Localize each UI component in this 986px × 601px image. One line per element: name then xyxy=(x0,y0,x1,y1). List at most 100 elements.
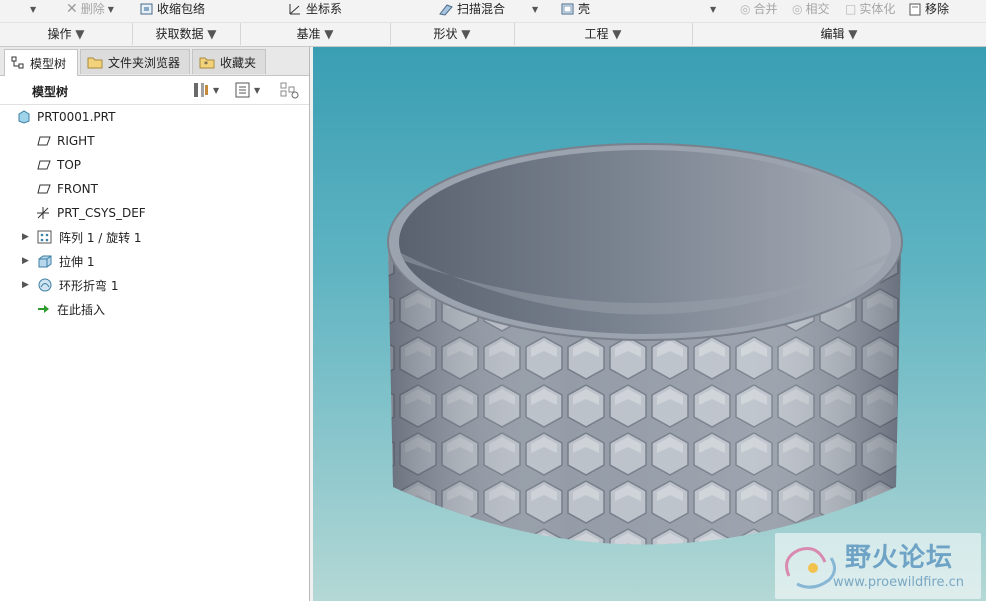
tree-node-label: 环形折弯 1 xyxy=(59,278,119,293)
expand-arrow-icon[interactable]: ▶ xyxy=(22,232,31,242)
chevron-down-icon: ▼ xyxy=(324,27,334,41)
csys-button[interactable]: 坐标系 xyxy=(287,0,342,18)
ribbon-group-row: 操作 ▼ 获取数据 ▼ 基准 ▼ 形状 ▼ 工程 ▼ 编辑 ▼ xyxy=(0,22,986,45)
group-operations[interactable]: 操作 ▼ xyxy=(0,23,133,45)
tab-label: 文件夹浏览器 xyxy=(108,55,181,70)
shrinkwrap-icon xyxy=(140,3,153,14)
group-datum[interactable]: 基准 ▼ xyxy=(240,23,391,45)
shape-more-dropdown[interactable]: ▼ xyxy=(532,0,538,18)
shell-button[interactable]: 壳 xyxy=(561,0,590,18)
delete-button[interactable]: ✕ 删除 ▼ xyxy=(66,0,114,18)
tab-label: 模型树 xyxy=(30,56,67,71)
shrinkwrap-button[interactable]: 收缩包络 xyxy=(140,0,205,18)
operations-dropdown[interactable]: ▼ xyxy=(30,0,36,18)
chevron-down-icon: ▼ xyxy=(107,4,114,14)
navigator-tabs: 模型树 文件夹浏览器 * 收藏夹 xyxy=(0,47,309,76)
group-engineering[interactable]: 工程 ▼ xyxy=(514,23,693,45)
tree-node-insert-here[interactable]: 在此插入 xyxy=(37,299,105,319)
ribbon-command-row: ▼ ✕ 删除 ▼ 收缩包络 坐标系 扫描混合 ▼ 壳 ▼ ◎ 合并 ◎ 相交 □… xyxy=(0,0,986,20)
shell-label: 壳 xyxy=(578,1,591,16)
intersect-button[interactable]: ◎ 相交 xyxy=(792,0,830,18)
intersect-icon: ◎ xyxy=(792,1,803,16)
close-icon: ✕ xyxy=(66,0,78,17)
tab-favorites[interactable]: * 收藏夹 xyxy=(192,49,266,74)
tree-node-label: TOP xyxy=(57,158,82,172)
remove-button[interactable]: 移除 xyxy=(909,0,949,18)
tree-node-top[interactable]: TOP xyxy=(37,155,81,175)
group-label: 工程 xyxy=(584,27,609,41)
tree-filter-button[interactable] xyxy=(280,82,300,102)
delete-label: 删除 xyxy=(80,1,105,16)
tab-label: 收藏夹 xyxy=(220,55,257,70)
model-tree-header: 模型树 ▼ ▼ xyxy=(0,76,309,105)
pattern-icon xyxy=(37,230,52,244)
group-shapes[interactable]: 形状 ▼ xyxy=(390,23,515,45)
tree-node-label: FRONT xyxy=(57,182,98,196)
solidify-button[interactable]: □ 实体化 xyxy=(845,0,895,18)
coordinate-system-icon xyxy=(289,4,300,15)
datum-plane-icon xyxy=(37,184,51,194)
tree-node-right[interactable]: RIGHT xyxy=(37,131,95,151)
group-label: 基准 xyxy=(296,27,321,41)
tree-node-label: PRT0001.PRT xyxy=(37,110,116,124)
chevron-down-icon: ▼ xyxy=(532,4,539,14)
sweep-blend-label: 扫描混合 xyxy=(457,1,506,16)
group-get-data[interactable]: 获取数据 ▼ xyxy=(132,23,241,45)
remove-icon xyxy=(909,3,921,15)
chevron-down-icon: ▼ xyxy=(461,27,471,41)
group-label: 操作 xyxy=(47,27,72,41)
remove-label: 移除 xyxy=(925,1,950,16)
shrinkwrap-label: 收缩包络 xyxy=(157,1,206,16)
merge-icon: ◎ xyxy=(740,1,751,16)
tree-node-toroidal-bend[interactable]: ▶ 环形折弯 1 xyxy=(22,275,118,295)
toroidal-bend-icon xyxy=(38,278,52,292)
folder-icon xyxy=(87,57,103,69)
coordinate-system-icon xyxy=(37,207,49,219)
insert-arrow-icon xyxy=(38,305,49,313)
tree-node-csys[interactable]: PRT_CSYS_DEF xyxy=(35,203,146,223)
group-label: 形状 xyxy=(433,27,458,41)
tab-model-tree[interactable]: 模型树 xyxy=(4,49,78,76)
intersect-label: 相交 xyxy=(805,1,830,16)
tree-settings-button[interactable]: ▼ xyxy=(192,82,219,98)
merge-button[interactable]: ◎ 合并 xyxy=(740,0,778,18)
ribbon: ▼ ✕ 删除 ▼ 收缩包络 坐标系 扫描混合 ▼ 壳 ▼ ◎ 合并 ◎ 相交 □… xyxy=(0,0,986,47)
sweep-blend-icon xyxy=(439,4,453,16)
watermark-url: www.proewildfire.cn xyxy=(833,575,964,590)
graphics-viewport[interactable]: 野火论坛 www.proewildfire.cn xyxy=(313,47,986,601)
tree-node-label: 拉伸 1 xyxy=(59,254,95,269)
tree-node-extrude[interactable]: ▶ 拉伸 1 xyxy=(22,251,94,271)
svg-text:*: * xyxy=(204,60,208,69)
tree-node-label: 阵列 1 / 旋转 1 xyxy=(59,230,142,245)
forum-watermark: 野火论坛 www.proewildfire.cn xyxy=(775,533,981,599)
shell-icon xyxy=(561,3,574,14)
chevron-down-icon: ▼ xyxy=(207,27,217,41)
merge-label: 合并 xyxy=(753,1,778,16)
sweep-blend-button[interactable]: 扫描混合 xyxy=(438,0,505,18)
datum-plane-icon xyxy=(37,136,51,146)
filter-icon xyxy=(280,82,299,99)
solidify-label: 实体化 xyxy=(859,1,896,16)
group-label: 获取数据 xyxy=(155,27,204,41)
tree-node-pattern[interactable]: ▶ 阵列 1 / 旋转 1 xyxy=(22,227,142,247)
solidify-icon: □ xyxy=(845,1,857,16)
chevron-down-icon: ▼ xyxy=(213,85,220,95)
chevron-down-icon: ▼ xyxy=(710,4,717,14)
expand-arrow-icon[interactable]: ▶ xyxy=(22,256,31,266)
tree-show-button[interactable]: ▼ xyxy=(235,82,260,98)
engineering-more-dropdown[interactable]: ▼ xyxy=(710,0,716,18)
navigator-panel: 模型树 文件夹浏览器 * 收藏夹 模型树 ▼ ▼ PRT0001.PRT RIG… xyxy=(0,47,310,601)
tree-node-part[interactable]: PRT0001.PRT xyxy=(17,107,115,127)
tools-icon xyxy=(194,83,208,97)
tree-node-label: 在此插入 xyxy=(57,302,106,317)
tree-node-label: PRT_CSYS_DEF xyxy=(57,206,146,220)
tree-node-label: RIGHT xyxy=(57,134,95,148)
group-editing[interactable]: 编辑 ▼ xyxy=(692,23,986,45)
tab-folder-browser[interactable]: 文件夹浏览器 xyxy=(80,49,190,74)
datum-plane-icon xyxy=(37,160,51,170)
extrude-icon xyxy=(38,255,52,268)
model-render xyxy=(387,143,903,545)
expand-arrow-icon[interactable]: ▶ xyxy=(22,280,31,290)
tree-node-front[interactable]: FRONT xyxy=(37,179,98,199)
group-label: 编辑 xyxy=(820,27,845,41)
